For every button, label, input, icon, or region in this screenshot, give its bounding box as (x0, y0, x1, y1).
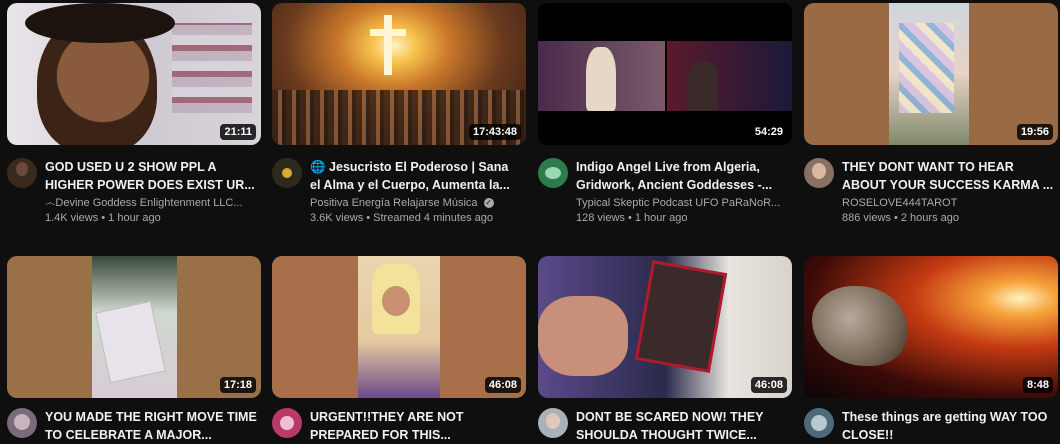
video-title[interactable]: 🌐 Jesucristo El Poderoso | Sana el Alma … (310, 158, 522, 194)
channel-label[interactable]: Positiva Energía Relajarse Música (310, 197, 478, 209)
channel-avatar[interactable] (538, 408, 568, 438)
duration-badge: 8:48 (1022, 377, 1053, 393)
video-meta: 886 views • 2 hours ago (842, 212, 959, 224)
video-title[interactable]: YOU MADE THE RIGHT MOVE TIME TO CELEBRAT… (45, 408, 257, 444)
duration-badge: 19:56 (1016, 124, 1053, 140)
duration-badge: 17:18 (219, 377, 256, 393)
video-thumbnail[interactable]: 17:43:48 (272, 3, 526, 145)
channel-name[interactable]: ROSELOVE444TAROT (842, 196, 1054, 211)
channel-name[interactable]: ෴Devine Goddess Enlightenment LLC... (45, 196, 257, 211)
duration-badge: 54:29 (750, 124, 787, 140)
verified-icon: ✓ (483, 198, 494, 209)
video-title[interactable]: These things are getting WAY TOO CLOSE!! (842, 408, 1054, 444)
channel-avatar[interactable] (7, 158, 37, 188)
video-title[interactable]: THEY DONT WANT TO HEAR ABOUT YOUR SUCCES… (842, 158, 1054, 194)
duration-badge: 46:08 (484, 377, 521, 393)
channel-avatar[interactable] (804, 408, 834, 438)
channel-name[interactable]: Positiva Energía Relajarse Música ✓ (310, 196, 522, 211)
duration-badge: 21:11 (220, 124, 256, 140)
duration-badge: 46:08 (750, 377, 787, 393)
video-thumbnail[interactable]: 46:08 (272, 256, 526, 398)
video-title[interactable]: Indigo Angel Live from Algeria, Gridwork… (576, 158, 788, 194)
video-title[interactable]: URGENT!!THEY ARE NOT PREPARED FOR THIS..… (310, 408, 522, 444)
video-thumbnail[interactable]: 54:29 (538, 3, 792, 145)
duration-badge: 17:43:48 (468, 124, 521, 140)
video-thumbnail[interactable]: 17:18 (7, 256, 261, 398)
channel-avatar[interactable] (538, 158, 568, 188)
video-title[interactable]: GOD USED U 2 SHOW PPL A HIGHER POWER DOE… (45, 158, 257, 194)
video-meta: 128 views • 1 hour ago (576, 212, 688, 224)
video-meta: 1.4K views • 1 hour ago (45, 212, 161, 224)
video-thumbnail[interactable]: 8:48 (804, 256, 1058, 398)
video-thumbnail[interactable]: 21:11 (7, 3, 261, 145)
channel-avatar[interactable] (804, 158, 834, 188)
channel-avatar[interactable] (272, 408, 302, 438)
video-title[interactable]: DONT BE SCARED NOW! THEY SHOULDA THOUGHT… (576, 408, 788, 444)
video-meta: 3.6K views • Streamed 4 minutes ago (310, 212, 493, 224)
channel-name[interactable]: Typical Skeptic Podcast UFO PaRaNoR... (576, 196, 788, 211)
thumbnail-image (804, 256, 1058, 398)
video-thumbnail[interactable]: 19:56 (804, 3, 1058, 145)
channel-avatar[interactable] (272, 158, 302, 188)
video-thumbnail[interactable]: 46:08 (538, 256, 792, 398)
channel-avatar[interactable] (7, 408, 37, 438)
